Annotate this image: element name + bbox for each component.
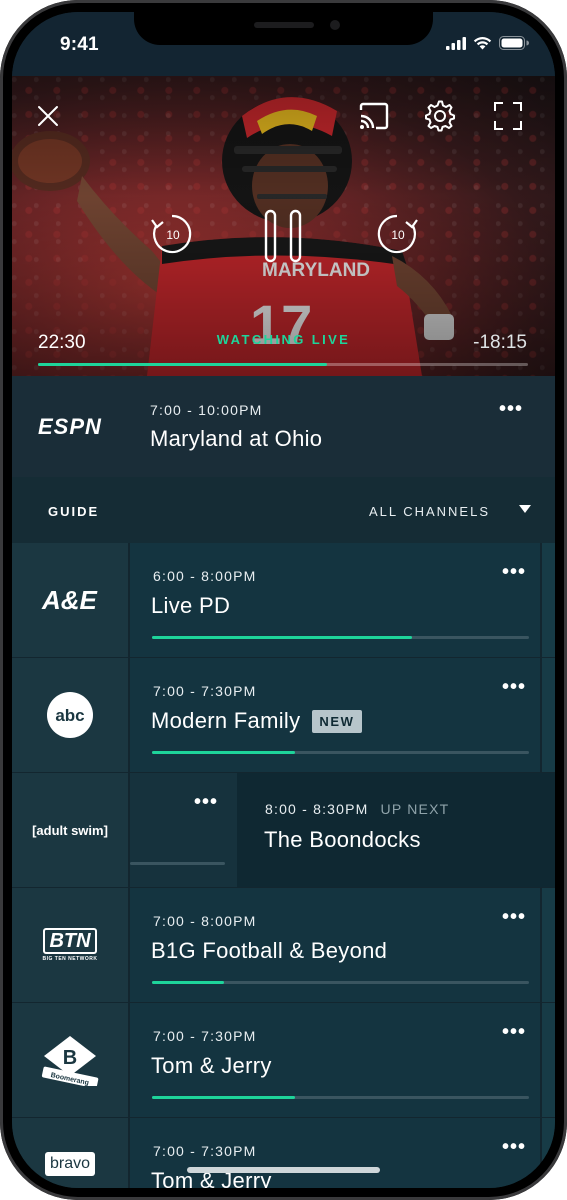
app-screen: 9:41 10 10 22:30 WATCHING LIVE -18:15 ES… <box>12 12 555 1188</box>
espn-logo-text: ESPN <box>38 415 102 439</box>
channel-logo-boomerang[interactable]: B Boomerang <box>12 1003 128 1117</box>
video-player[interactable]: MARYLAND 17 <box>12 76 555 376</box>
next-program-edge[interactable] <box>542 543 555 657</box>
channel-logo-abc[interactable]: abc <box>12 658 128 772</box>
settings-button[interactable] <box>422 98 458 134</box>
cellular-signal-icon <box>446 36 466 50</box>
guide-row[interactable]: A&E 6:00 - 8:00PM Live PD ••• <box>12 543 555 658</box>
fullscreen-icon <box>494 102 522 130</box>
adult-swim-logo-text: [adult swim] <box>32 822 108 838</box>
phone-frame: 9:41 10 10 22:30 WATCHING LIVE -18:15 ES… <box>0 0 567 1200</box>
close-button[interactable] <box>34 102 62 130</box>
next-program-edge[interactable] <box>542 658 555 772</box>
fullscreen-button[interactable] <box>490 98 526 134</box>
pause-icon <box>264 209 302 263</box>
program-time: 6:00 - 8:00PM <box>153 568 257 584</box>
program-time: 7:00 - 8:00PM <box>153 913 257 929</box>
skip-forward-button[interactable]: 10 <box>375 212 421 258</box>
program-cell[interactable]: 7:00 - 7:30PM Modern Family NEW ••• <box>130 658 540 772</box>
chevron-down-icon[interactable] <box>519 505 531 513</box>
up-next-program-cell[interactable]: 8:00 - 8:30PM UP NEXT The Boondocks <box>237 773 555 887</box>
channel-filter-dropdown[interactable]: ALL CHANNELS <box>369 504 490 519</box>
guide-row[interactable]: BTN BIG TEN NETWORK 7:00 - 8:00PM B1G Fo… <box>12 888 555 1003</box>
program-title: The Boondocks <box>264 827 421 852</box>
previous-program-progress-bar <box>130 862 225 865</box>
up-next-label: UP NEXT <box>380 801 450 817</box>
remaining-time: -18:15 <box>473 332 527 353</box>
gear-icon <box>425 100 455 132</box>
notch <box>134 12 433 45</box>
boomerang-logo-icon: B Boomerang <box>41 1036 99 1086</box>
playback-progress-fill <box>38 363 328 366</box>
program-more-button[interactable]: ••• <box>502 907 526 927</box>
program-more-button[interactable]: ••• <box>502 1137 526 1157</box>
wifi-icon <box>473 37 492 50</box>
skip-forward-seconds: 10 <box>391 228 405 242</box>
program-progress-bar <box>152 981 529 984</box>
guide-row[interactable]: B Boomerang 7:00 - 7:30PM Tom & Jerry ••… <box>12 1003 555 1118</box>
guide-row[interactable]: bravo 7:00 - 7:30PM Tom & Jerry ••• <box>12 1118 555 1188</box>
channel-logo-adult-swim[interactable]: [adult swim] <box>12 773 128 887</box>
program-cell[interactable]: 7:00 - 7:30PM Tom & Jerry ••• <box>130 1118 540 1188</box>
ae-logo-text: A&E <box>41 585 98 615</box>
program-more-button[interactable]: ••• <box>502 562 526 582</box>
status-time: 9:41 <box>60 34 99 55</box>
new-badge: NEW <box>312 709 362 733</box>
bravo-logo-text: bravo <box>44 1152 96 1176</box>
program-more-button[interactable]: ••• <box>502 1022 526 1042</box>
previous-program-cell[interactable]: ••• <box>130 773 237 887</box>
program-cell[interactable]: 7:00 - 8:00PM B1G Football & Beyond ••• <box>130 888 540 1002</box>
pause-button[interactable] <box>261 208 305 264</box>
home-indicator[interactable] <box>187 1167 380 1173</box>
svg-text:B: B <box>63 1047 77 1069</box>
program-more-button[interactable]: ••• <box>194 792 218 812</box>
program-progress-bar <box>152 751 529 754</box>
guide-label: GUIDE <box>48 504 100 519</box>
program-time: 7:00 - 7:30PM <box>153 1028 257 1044</box>
btn-logo-subtext: BIG TEN NETWORK <box>42 956 98 962</box>
cast-icon <box>359 102 389 130</box>
now-playing-title: Maryland at Ohio <box>150 426 323 451</box>
program-progress-bar <box>152 1096 529 1099</box>
skip-back-seconds: 10 <box>166 228 180 242</box>
guide-row[interactable]: abc 7:00 - 7:30PM Modern Family NEW ••• <box>12 658 555 773</box>
program-title: B1G Football & Beyond <box>151 938 388 963</box>
guide-row[interactable]: [adult swim] ••• 8:00 - 8:30PM UP NEXT Th… <box>12 773 555 888</box>
skip-back-button[interactable]: 10 <box>150 212 196 258</box>
program-more-button[interactable]: ••• <box>502 677 526 697</box>
program-title: Modern Family <box>151 708 301 733</box>
program-time: 7:00 - 7:30PM <box>153 1143 257 1159</box>
next-program-edge[interactable] <box>542 1118 555 1188</box>
program-time: 7:00 - 7:30PM <box>153 683 257 699</box>
program-title: Live PD <box>151 593 231 618</box>
btn-logo-text: BTN <box>43 928 97 954</box>
now-playing-more-button[interactable]: ••• <box>499 399 523 419</box>
channel-logo-bravo[interactable]: bravo <box>12 1118 128 1188</box>
next-program-edge[interactable] <box>542 1003 555 1117</box>
abc-logo-text: abc <box>55 706 84 725</box>
close-icon <box>38 106 58 126</box>
espn-logo: ESPN <box>12 376 130 477</box>
cast-button[interactable] <box>356 98 392 134</box>
program-cell[interactable]: 7:00 - 7:30PM Tom & Jerry ••• <box>130 1003 540 1117</box>
next-program-edge[interactable] <box>542 888 555 1002</box>
status-icons <box>446 36 529 50</box>
program-progress-bar <box>152 636 529 639</box>
playback-progress-bar[interactable] <box>38 363 528 366</box>
channel-logo-btn[interactable]: BTN BIG TEN NETWORK <box>12 888 128 1002</box>
program-title: Tom & Jerry <box>151 1053 272 1078</box>
now-playing-time: 7:00 - 10:00PM <box>150 402 263 418</box>
program-cell[interactable]: 6:00 - 8:00PM Live PD ••• <box>130 543 540 657</box>
channel-logo-ae[interactable]: A&E <box>12 543 128 657</box>
program-time: 8:00 - 8:30PM <box>265 801 369 817</box>
battery-icon <box>499 36 529 50</box>
